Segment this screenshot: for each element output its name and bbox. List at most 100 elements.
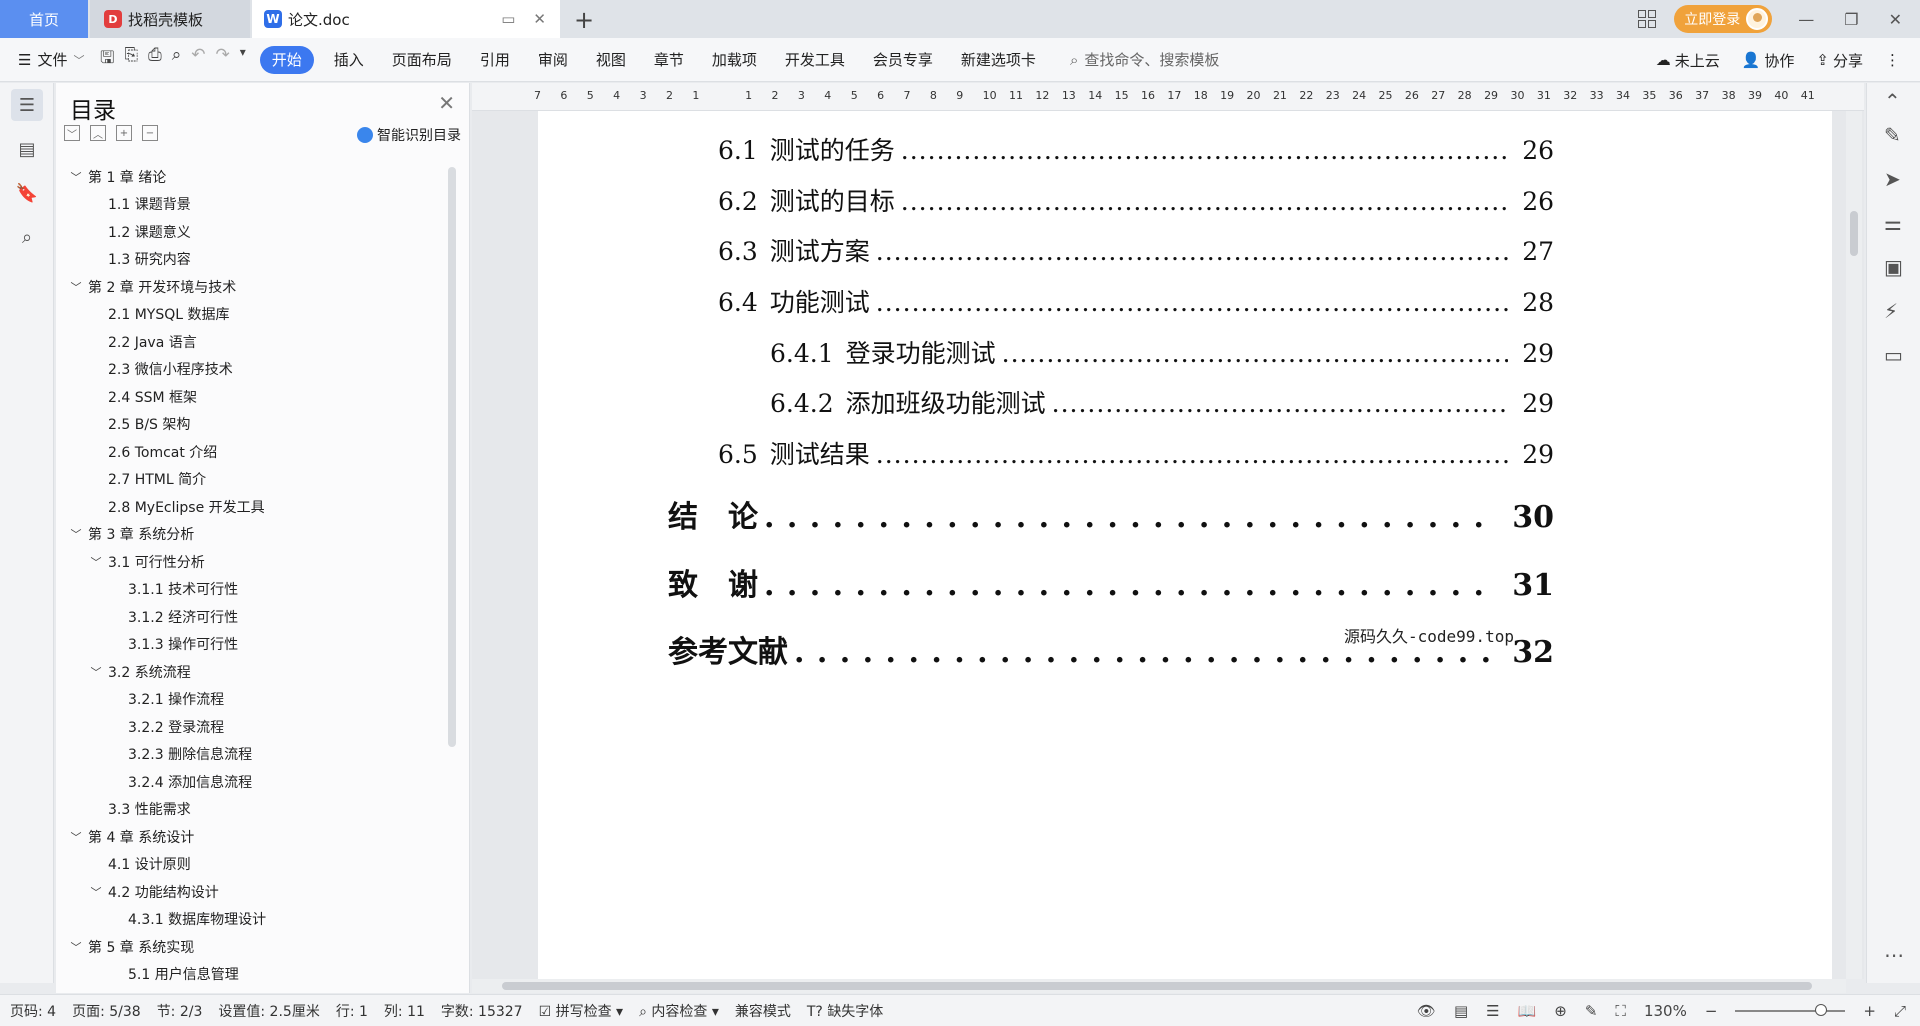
toc-item[interactable]: 2.6 Tomcat 介绍 (56, 438, 446, 466)
more-tools-icon[interactable]: ⋯ (1884, 943, 1904, 967)
tab-view[interactable]: 视图 (582, 46, 640, 74)
tab-home[interactable]: 首页 (0, 0, 88, 38)
new-tab-button[interactable]: + (574, 6, 594, 34)
fit-page-icon[interactable]: ⛶ (1615, 1002, 1626, 1020)
toc-item[interactable]: 2.3 微信小程序技术 (56, 356, 446, 384)
apps-grid-icon[interactable] (1638, 10, 1657, 28)
toc-panel-icon[interactable]: ☰ (11, 89, 43, 121)
toc-item[interactable]: ﹀ 3.2 系统流程 (56, 658, 446, 686)
collapse-all-icon[interactable]: ︿ (90, 125, 106, 141)
toc-entry[interactable]: 结 论 30 (668, 492, 1554, 536)
toc-entry[interactable]: 6.4.2 添加班级功能测试 29 (770, 384, 1554, 420)
redo-icon[interactable]: ↷ (215, 45, 229, 74)
toc-item[interactable]: 2.8 MyEclipse 开发工具 (56, 493, 446, 521)
chevron-down-icon[interactable]: ﹀ (88, 884, 104, 900)
status-col[interactable]: 列: 11 (384, 1001, 425, 1021)
toc-scrollbar[interactable] (448, 167, 456, 747)
page-view-icon[interactable]: ▤ (1454, 1002, 1468, 1020)
login-button[interactable]: 立即登录 (1674, 5, 1773, 33)
edit-pen-icon[interactable]: ✎ (1884, 123, 1901, 147)
horizontal-ruler[interactable]: 7 6 5 4 3 2 1 1 2 3 4 5 6 7 8 9 10 11 12 13 14 15 16 17 18 19 20 21… (472, 83, 1864, 111)
web-view-icon[interactable]: ⊕ (1554, 1002, 1567, 1020)
find-icon[interactable]: ⌕ (11, 221, 43, 253)
remove-heading-icon[interactable]: − (142, 125, 158, 141)
toc-item[interactable]: ﹀ 第 3 章 系统分析 (56, 521, 446, 549)
zoom-in-icon[interactable]: + (1863, 1002, 1876, 1020)
status-row[interactable]: 行: 1 (336, 1001, 368, 1021)
toc-item[interactable]: 5.1 用户信息管理 (56, 961, 446, 989)
more-options-icon[interactable]: ⋮ (1885, 51, 1900, 69)
toc-entry[interactable]: 6.5 测试结果 29 (718, 435, 1554, 471)
toc-entry[interactable]: 6.1 测试的任务 26 (718, 131, 1554, 167)
toc-item[interactable]: 2.1 MYSQL 数据库 (56, 301, 446, 329)
toc-item[interactable]: ﹀ 第 2 章 开发环境与技术 (56, 273, 446, 301)
chevron-down-icon[interactable]: ﹀ (88, 554, 104, 570)
tab-document[interactable]: W 论文.doc ▭ ✕ (252, 0, 560, 38)
tab-addins[interactable]: 加载项 (698, 46, 771, 74)
export-pdf-icon[interactable]: ⎘ (124, 45, 138, 74)
status-section[interactable]: 节: 2/3 (157, 1001, 203, 1021)
section-nav-icon[interactable]: ▤ (11, 133, 43, 165)
toc-item[interactable]: 1.1 课题背景 (56, 191, 446, 219)
zoom-slider[interactable] (1735, 1004, 1846, 1016)
chevron-down-icon[interactable]: ﹀ (68, 169, 84, 185)
toc-item[interactable]: 2.2 Java 语言 (56, 328, 446, 356)
toc-item[interactable]: 1.2 课题意义 (56, 218, 446, 246)
toc-item[interactable]: ﹀ 第 5 章 系统实现 (56, 933, 446, 961)
toc-item[interactable]: ﹀ 4.2 功能结构设计 (56, 878, 446, 906)
toc-item[interactable]: 3.2.4 添加信息流程 (56, 768, 446, 796)
toc-entry[interactable]: 6.4.1 登录功能测试 29 (770, 334, 1554, 370)
toc-entry[interactable]: 6.2 测试的目标 26 (718, 182, 1554, 218)
toc-item[interactable]: 3.2.3 删除信息流程 (56, 741, 446, 769)
toc-item[interactable]: 3.1.3 操作可行性 (56, 631, 446, 659)
more-quick-icon[interactable]: ▾ (240, 45, 246, 74)
reading-view-icon[interactable]: 📖 (1518, 1002, 1537, 1020)
command-search[interactable]: ⌕ 查找命令、搜索模板 (1070, 49, 1219, 70)
tab-member[interactable]: 会员专享 (859, 46, 947, 74)
collapse-panel-icon[interactable]: ⌃ (1884, 89, 1901, 113)
toc-item[interactable]: 3.2.1 操作流程 (56, 686, 446, 714)
vertical-scrollbar[interactable] (1846, 111, 1862, 979)
toc-item[interactable]: 4.3.1 数据库物理设计 (56, 906, 446, 934)
tab-section[interactable]: 章节 (640, 46, 698, 74)
file-menu-button[interactable]: ☰ 文件 ﹀ (0, 49, 100, 70)
tab-insert[interactable]: 插入 (320, 46, 378, 74)
horizontal-scroll-thumb[interactable] (502, 982, 1812, 990)
print-icon[interactable]: ⎙ (148, 45, 162, 74)
close-icon[interactable]: ✕ (438, 91, 455, 115)
tab-new-tab[interactable]: 新建选项卡 (947, 46, 1050, 74)
outline-view-icon[interactable]: ☰ (1486, 1002, 1499, 1020)
status-words[interactable]: 字数: 15327 (441, 1001, 523, 1021)
eye-protection-icon[interactable]: 👁 (1417, 1002, 1436, 1020)
toc-item[interactable]: ﹀ 3.1 可行性分析 (56, 548, 446, 576)
toc-item[interactable]: 3.2.2 登录流程 (56, 713, 446, 741)
undo-icon[interactable]: ↶ (191, 45, 205, 74)
pin-tab-icon[interactable]: ▭ (501, 10, 515, 28)
status-page-code[interactable]: 页码: 4 (10, 1001, 56, 1021)
status-setting[interactable]: 设置值: 2.5厘米 (218, 1001, 319, 1021)
toc-item[interactable]: 4.1 设计原则 (56, 851, 446, 879)
toc-item[interactable]: ﹀ 第 4 章 系统设计 (56, 823, 446, 851)
zoom-out-icon[interactable]: − (1705, 1002, 1718, 1020)
plugin-icon[interactable]: ⚡ (1884, 299, 1898, 323)
toc-item[interactable]: 2.5 B/S 架构 (56, 411, 446, 439)
tab-start[interactable]: 开始 (259, 45, 314, 74)
chevron-down-icon[interactable]: ﹀ (68, 526, 84, 542)
tab-templates[interactable]: D 找稻壳模板 (90, 0, 250, 38)
tab-developer[interactable]: 开发工具 (771, 46, 859, 74)
status-page[interactable]: 页面: 5/38 (72, 1001, 141, 1021)
toc-item[interactable]: 2.7 HTML 简介 (56, 466, 446, 494)
select-cursor-icon[interactable]: ➤ (1884, 167, 1901, 191)
chevron-down-icon[interactable]: ﹀ (68, 279, 84, 295)
missing-font-button[interactable]: T? 缺失字体 (807, 1001, 883, 1021)
cloud-status-button[interactable]: ☁ 未上云 (1656, 50, 1720, 71)
spell-check-button[interactable]: ☑ 拼写检查 ▾ (539, 1001, 624, 1021)
toc-item[interactable]: 3.1.2 经济可行性 (56, 603, 446, 631)
chevron-down-icon[interactable]: ﹀ (68, 939, 84, 955)
toc-entry[interactable]: 6.4 功能测试 28 (718, 283, 1554, 319)
adjust-icon[interactable]: ⚌ (1884, 211, 1902, 235)
horizontal-scrollbar[interactable] (472, 979, 1846, 993)
toc-item[interactable]: 3.1.1 技术可行性 (56, 576, 446, 604)
expand-all-icon[interactable]: ﹀ (64, 125, 80, 141)
close-window-icon[interactable]: ✕ (1889, 10, 1902, 29)
